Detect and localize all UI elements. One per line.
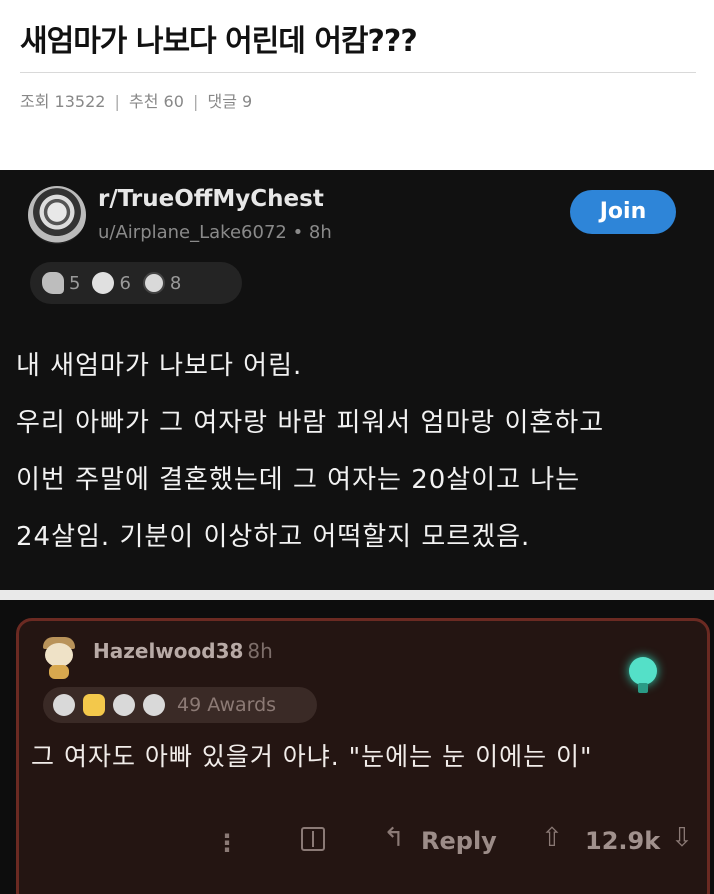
award-count: 8 [169, 272, 182, 294]
gift-award-icon[interactable] [301, 827, 325, 851]
award-item: 6 [92, 272, 131, 294]
award-wholesome-icon [42, 272, 64, 294]
post-body-line: 24살임. 기분이 이상하고 어떡할지 모르겠음. [16, 522, 531, 552]
more-options-icon[interactable]: ⋮ [215, 829, 239, 857]
reply-arrow-icon[interactable]: ↰ [383, 823, 405, 853]
upvote-icon[interactable]: ⇧ [541, 823, 563, 853]
post-body: 내 새엄마가 나보다 어림. 우리 아빠가 그 여자랑 바람 피워서 엄마랑 이… [16, 338, 706, 566]
article-title: 새엄마가 나보다 어린데 어캄??? [20, 24, 418, 59]
award-count: 6 [119, 272, 131, 294]
top-comment: Hazelwood38 8h 49 Awards 그 여자도 아빠 있을거 아냐.… [16, 618, 710, 894]
subreddit-avatar-icon[interactable] [28, 186, 86, 244]
award-helpful-icon [92, 272, 115, 294]
post-body-line: 내 새엄마가 나보다 어림. [16, 351, 303, 381]
award-helpful-icon [143, 694, 165, 716]
comment-actions: ⋮ ↰ Reply ⇧ 12.9k ⇩ [19, 817, 707, 877]
meta-separator: | [193, 92, 199, 111]
title-divider [20, 72, 696, 73]
comment-text: 그 여자도 아빠 있을거 아냐. "눈에는 눈 이에는 이" [31, 742, 593, 771]
downvote-icon[interactable]: ⇩ [671, 823, 693, 853]
comment-time: 8h [247, 639, 273, 663]
award-gold-icon [83, 694, 105, 716]
join-button[interactable]: Join [570, 190, 676, 234]
award-item: 5 [42, 272, 80, 294]
views-count: 조회 13522 [20, 92, 106, 111]
post-body-line: 우리 아빠가 그 여자랑 바람 피워서 엄마랑 이혼하고 [16, 408, 605, 438]
post-comment-divider [0, 590, 714, 600]
lightbulb-icon [629, 657, 657, 697]
recommend-count[interactable]: 추천 60 [129, 88, 184, 112]
article-header: 새엄마가 나보다 어린데 어캄??? 조회 13522 | 추천 60 | 댓글… [20, 18, 696, 112]
award-count: 5 [69, 272, 81, 294]
comment-awards-count: 49 Awards [177, 694, 277, 716]
post-body-line: 이번 주말에 결혼했는데 그 여자는 20살이고 나는 [16, 465, 581, 495]
award-silver-icon [142, 272, 165, 294]
meta-separator: | [114, 92, 120, 111]
award-item: 8 [142, 272, 182, 294]
award-wholesome-icon [113, 694, 135, 716]
article-meta: 조회 13522 | 추천 60 | 댓글 9 [20, 88, 696, 112]
comment-username[interactable]: Hazelwood38 [93, 639, 243, 663]
comment-author[interactable]: Hazelwood38 8h [93, 639, 273, 663]
post-author-line[interactable]: u/Airplane_Lake6072 • 8h [98, 222, 332, 243]
award-silver-icon [53, 694, 75, 716]
comment-awards[interactable]: 49 Awards [43, 687, 317, 723]
reddit-screenshot: r/TrueOffMyChest u/Airplane_Lake6072 • 8… [0, 170, 714, 894]
commenter-avatar-icon[interactable] [39, 637, 79, 681]
post-awards[interactable]: 5 6 8 [30, 262, 242, 304]
reply-button[interactable]: Reply [421, 827, 497, 855]
comments-count[interactable]: 댓글 9 [207, 88, 252, 112]
reddit-post: r/TrueOffMyChest u/Airplane_Lake6072 • 8… [0, 170, 714, 590]
vote-count: 12.9k [585, 827, 661, 855]
subreddit-name[interactable]: r/TrueOffMyChest [98, 186, 324, 212]
